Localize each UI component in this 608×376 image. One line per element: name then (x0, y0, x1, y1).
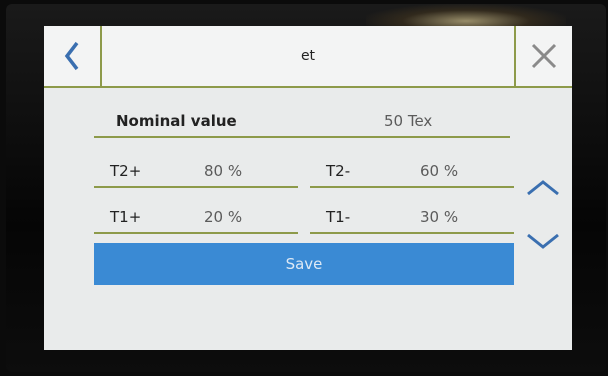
back-button[interactable] (44, 26, 102, 86)
chevron-up-icon[interactable] (526, 178, 560, 196)
nominal-value-label: Nominal value (116, 112, 237, 130)
header-bar: et (44, 26, 572, 88)
t1-plus-field[interactable]: T1+ 20 % (94, 202, 298, 234)
save-button[interactable]: Save (94, 243, 514, 285)
t1-minus-value: 30 % (420, 208, 459, 226)
t1-plus-value: 20 % (204, 208, 243, 226)
t1-plus-label: T1+ (110, 208, 142, 226)
nominal-value-field[interactable]: Nominal value 50 Tex (94, 106, 510, 138)
chevron-left-icon (64, 41, 79, 71)
touch-screen: et Nominal value 50 Tex T2+ 80 % T2- 60 … (44, 26, 572, 350)
t2-minus-field[interactable]: T2- 60 % (310, 156, 514, 188)
close-button[interactable] (514, 26, 572, 86)
nominal-value-value: 50 Tex (384, 112, 433, 130)
t2-minus-label: T2- (326, 162, 351, 180)
t1-minus-field[interactable]: T1- 30 % (310, 202, 514, 234)
device-bezel: et Nominal value 50 Tex T2+ 80 % T2- 60 … (6, 4, 606, 372)
t2-minus-value: 60 % (420, 162, 459, 180)
t1-minus-label: T1- (326, 208, 351, 226)
t2-plus-label: T2+ (110, 162, 142, 180)
t2-plus-field[interactable]: T2+ 80 % (94, 156, 298, 188)
close-icon (531, 43, 557, 69)
chevron-down-icon[interactable] (526, 232, 560, 250)
t2-plus-value: 80 % (204, 162, 243, 180)
page-title: et (300, 48, 316, 64)
